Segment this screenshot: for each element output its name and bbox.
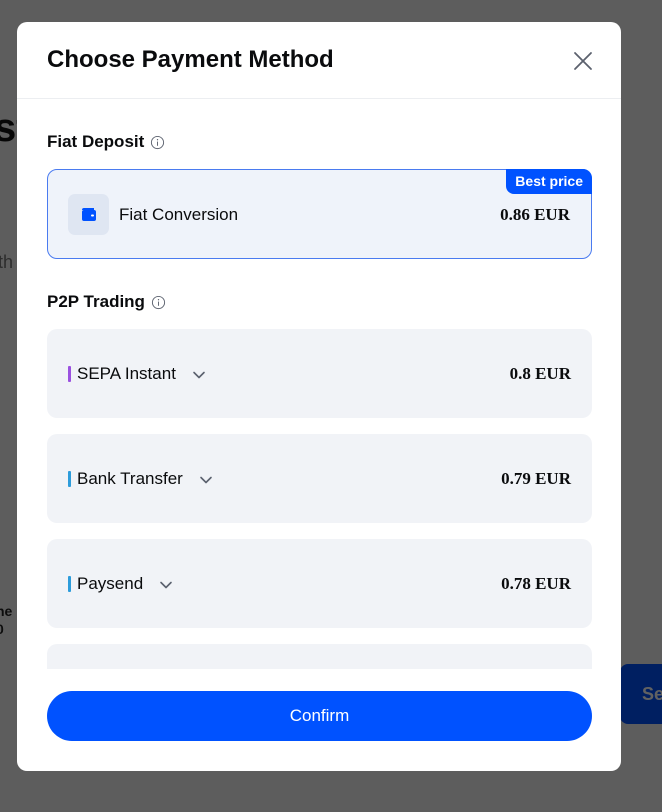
p2p-option-name-row: SEPA Instant: [77, 364, 206, 384]
p2p-trading-label: P2P Trading: [47, 292, 145, 311]
modal-header: Choose Payment Method: [17, 22, 621, 99]
best-price-badge: Best price: [506, 169, 592, 194]
fiat-conversion-option[interactable]: Best price Fiat Conversion 0.86 EUR: [47, 169, 592, 259]
p2p-option-name-row: Paysend: [77, 574, 173, 594]
info-icon[interactable]: [151, 295, 166, 310]
info-icon[interactable]: [150, 135, 165, 150]
p2p-option-name-row: Bank Transfer: [77, 469, 213, 489]
fiat-option-price: 0.86 EUR: [500, 205, 570, 224]
p2p-option-name: Bank Transfer: [77, 469, 183, 488]
p2p-option-accent: [68, 471, 71, 487]
p2p-option-name: SEPA Instant: [77, 364, 176, 383]
confirm-button[interactable]: Confirm: [47, 691, 592, 741]
chevron-down-icon[interactable]: [159, 577, 173, 591]
close-icon[interactable]: [571, 49, 595, 73]
p2p-options-list[interactable]: SEPA Instant 0.8 EUR Bank Transfer 0.79 …: [47, 329, 592, 669]
p2p-option-accent: [68, 576, 71, 592]
p2p-option-accent: [68, 366, 71, 382]
p2p-option-name: Paysend: [77, 574, 144, 593]
fiat-deposit-label: Fiat Deposit: [47, 132, 145, 151]
payment-method-modal: Choose Payment Method Fiat Deposit Best …: [17, 22, 621, 771]
p2p-option-price: 0.78 EUR: [501, 574, 571, 593]
wallet-icon: [68, 194, 109, 235]
p2p-option-partial[interactable]: [47, 644, 592, 669]
p2p-option[interactable]: SEPA Instant 0.8 EUR: [47, 329, 592, 418]
p2p-option[interactable]: Bank Transfer 0.79 EUR: [47, 434, 592, 523]
chevron-down-icon[interactable]: [199, 472, 213, 486]
chevron-down-icon[interactable]: [192, 367, 206, 381]
p2p-option-price: 0.79 EUR: [501, 469, 571, 488]
modal-title: Choose Payment Method: [47, 46, 334, 73]
p2p-trading-heading: P2P Trading: [47, 292, 166, 312]
fiat-deposit-heading: Fiat Deposit: [47, 132, 165, 152]
p2p-option[interactable]: Paysend 0.78 EUR: [47, 539, 592, 628]
fiat-option-name: Fiat Conversion: [119, 205, 239, 224]
p2p-option-price: 0.8 EUR: [509, 364, 571, 383]
